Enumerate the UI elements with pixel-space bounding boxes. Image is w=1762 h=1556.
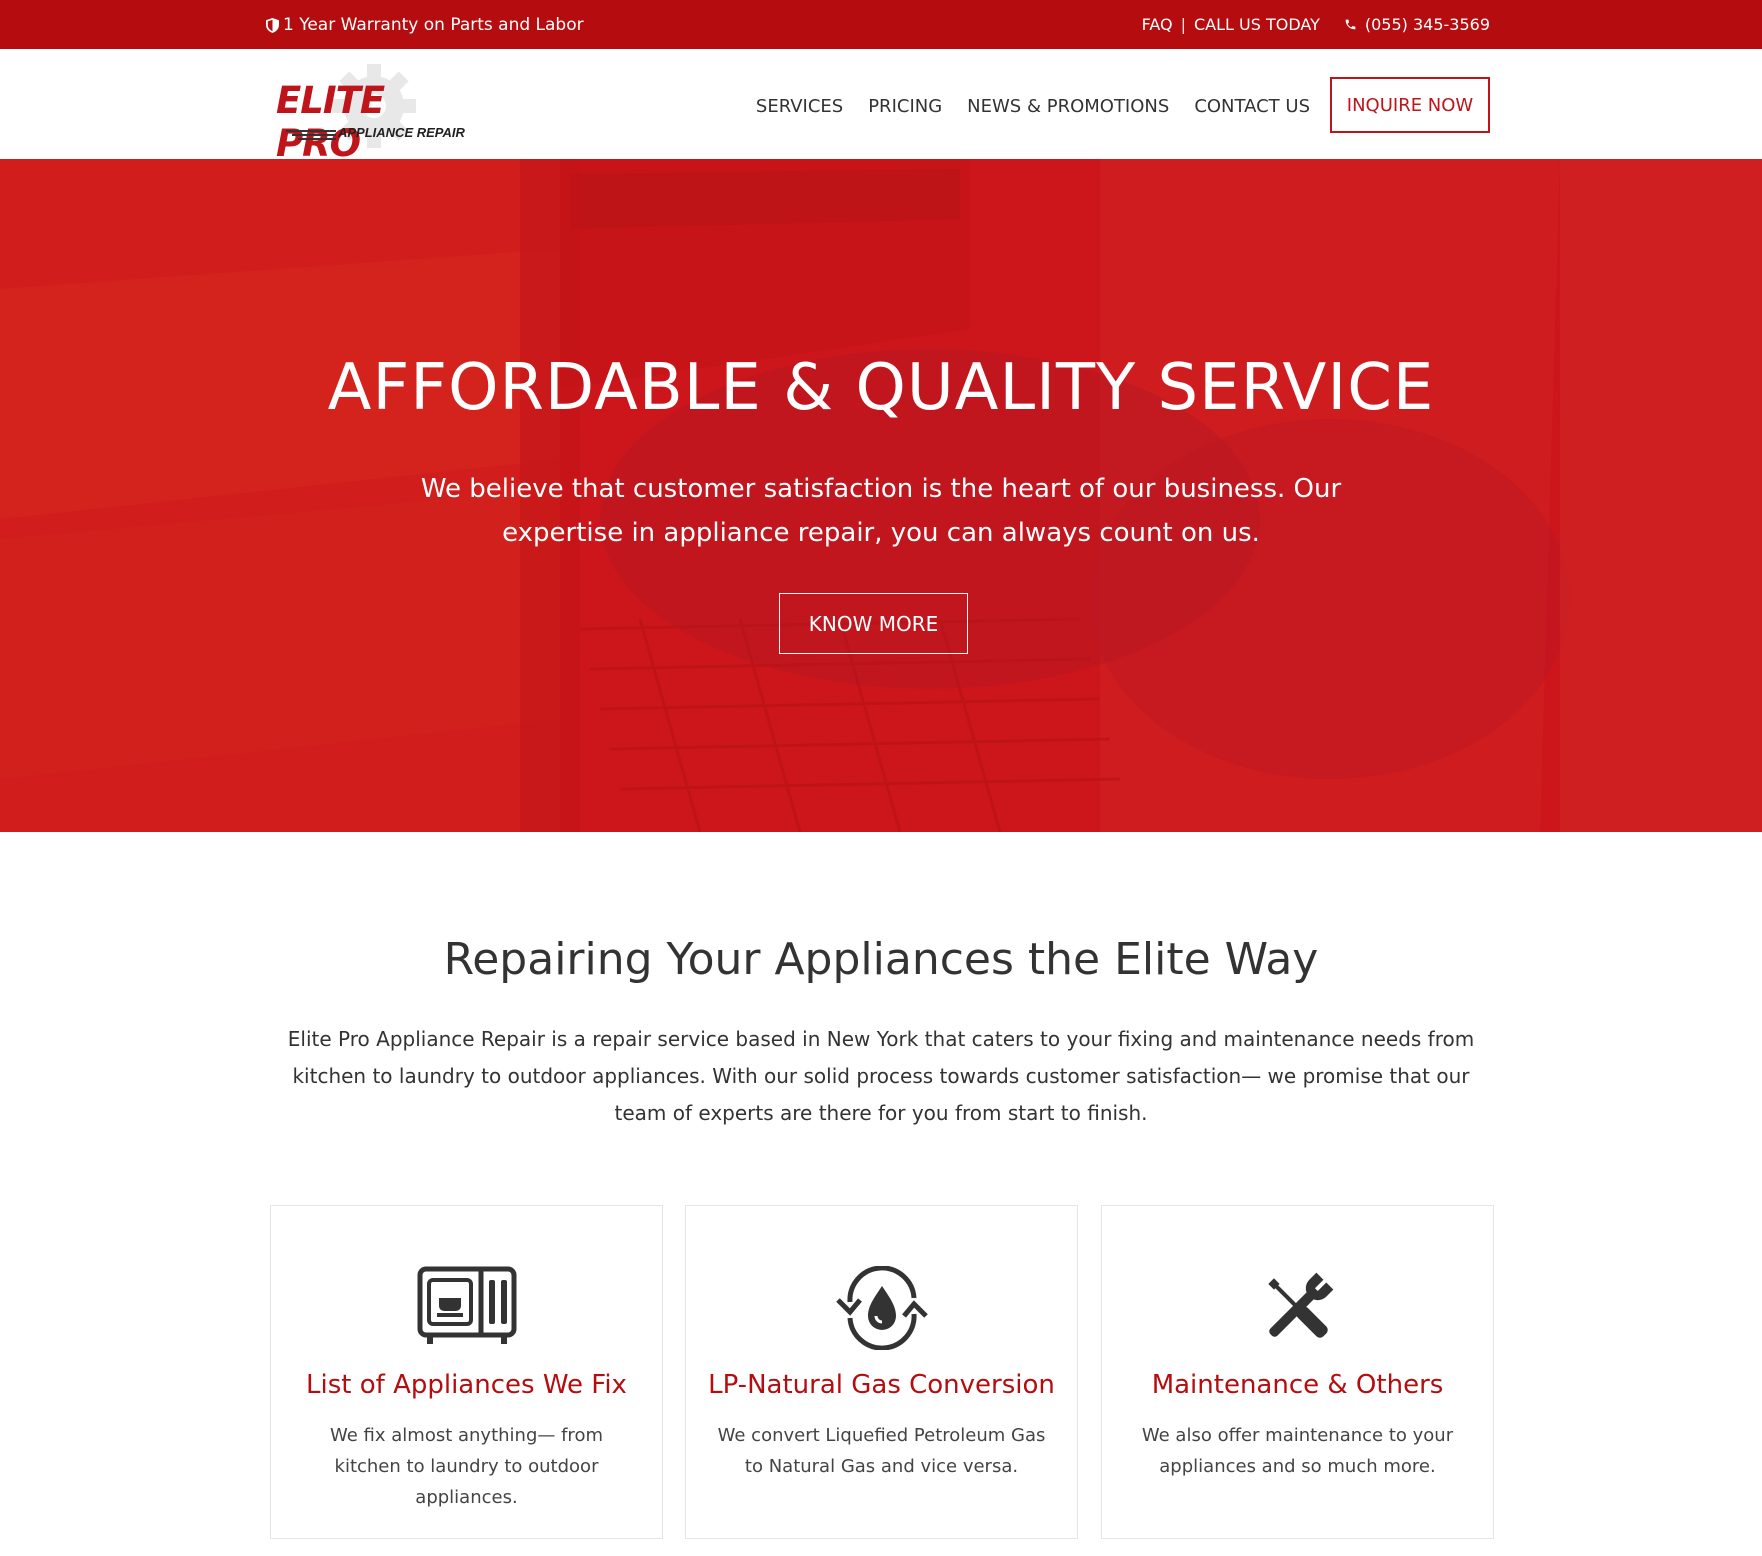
hero-title: AFFORDABLE & QUALITY SERVICE <box>327 351 1435 425</box>
about-text: Elite Pro Appliance Repair is a repair s… <box>287 1027 1475 1125</box>
card-appliances[interactable]: List of Appliances We Fix We fix almost … <box>270 1205 663 1539</box>
hero-section: AFFORDABLE & QUALITY SERVICE We believe … <box>0 159 1762 832</box>
logo-subtitle: APPLIANCE REPAIR <box>338 125 465 140</box>
site-header: ELITE PRO APPLIANCE REPAIR SERVICES PRIC… <box>0 49 1762 165</box>
phone-number[interactable]: (055) 345-3569 <box>1365 15 1490 34</box>
card-text: We fix almost anything— from kitchen to … <box>330 1425 603 1508</box>
logo-wordmark: ELITE PRO <box>276 79 385 165</box>
appliance-icon <box>417 1266 516 1344</box>
gas-conversion-icon <box>835 1266 928 1350</box>
about-title: Repairing Your Appliances the Elite Way <box>443 934 1319 985</box>
top-bar: 1 Year Warranty on Parts and Labor FAQ |… <box>0 0 1762 49</box>
know-more-button[interactable]: KNOW MORE <box>779 593 968 654</box>
inquire-now-button[interactable]: INQUIRE NOW <box>1330 77 1490 133</box>
topbar-links: FAQ | CALL US TODAY (055) 345-3569 <box>1142 15 1490 34</box>
faq-link[interactable]: FAQ <box>1142 15 1173 34</box>
warranty-notice: 1 Year Warranty on Parts and Labor <box>266 15 584 35</box>
nav-contact-us[interactable]: CONTACT US <box>1194 96 1310 117</box>
call-us-label: CALL US TODAY <box>1193 15 1320 34</box>
card-text: We convert Liquefied Petroleum Gas to Na… <box>717 1425 1046 1477</box>
card-title: List of Appliances We Fix <box>306 1370 627 1400</box>
nav-pricing[interactable]: PRICING <box>868 96 942 117</box>
topbar-separator: | <box>1180 15 1186 34</box>
warranty-text: 1 Year Warranty on Parts and Labor <box>283 15 584 35</box>
card-maintenance[interactable]: Maintenance & Others We also offer maint… <box>1101 1205 1494 1539</box>
nav-news-promotions[interactable]: NEWS & PROMOTIONS <box>967 96 1169 117</box>
card-title: LP-Natural Gas Conversion <box>708 1370 1055 1400</box>
phone-icon <box>1344 18 1357 31</box>
shield-icon <box>266 17 279 33</box>
card-gas-conversion[interactable]: LP-Natural Gas Conversion We convert Liq… <box>685 1205 1078 1539</box>
main-nav: SERVICES PRICING NEWS & PROMOTIONS CONTA… <box>756 96 1310 117</box>
card-text: We also offer maintenance to your applia… <box>1141 1425 1454 1477</box>
hero-text: We believe that customer satisfaction is… <box>420 474 1342 548</box>
logo[interactable]: ELITE PRO APPLIANCE REPAIR <box>276 60 476 165</box>
card-title: Maintenance & Others <box>1151 1370 1444 1400</box>
logo-speed-lines <box>286 130 336 140</box>
nav-services[interactable]: SERVICES <box>756 96 843 117</box>
tools-icon <box>1267 1272 1333 1338</box>
